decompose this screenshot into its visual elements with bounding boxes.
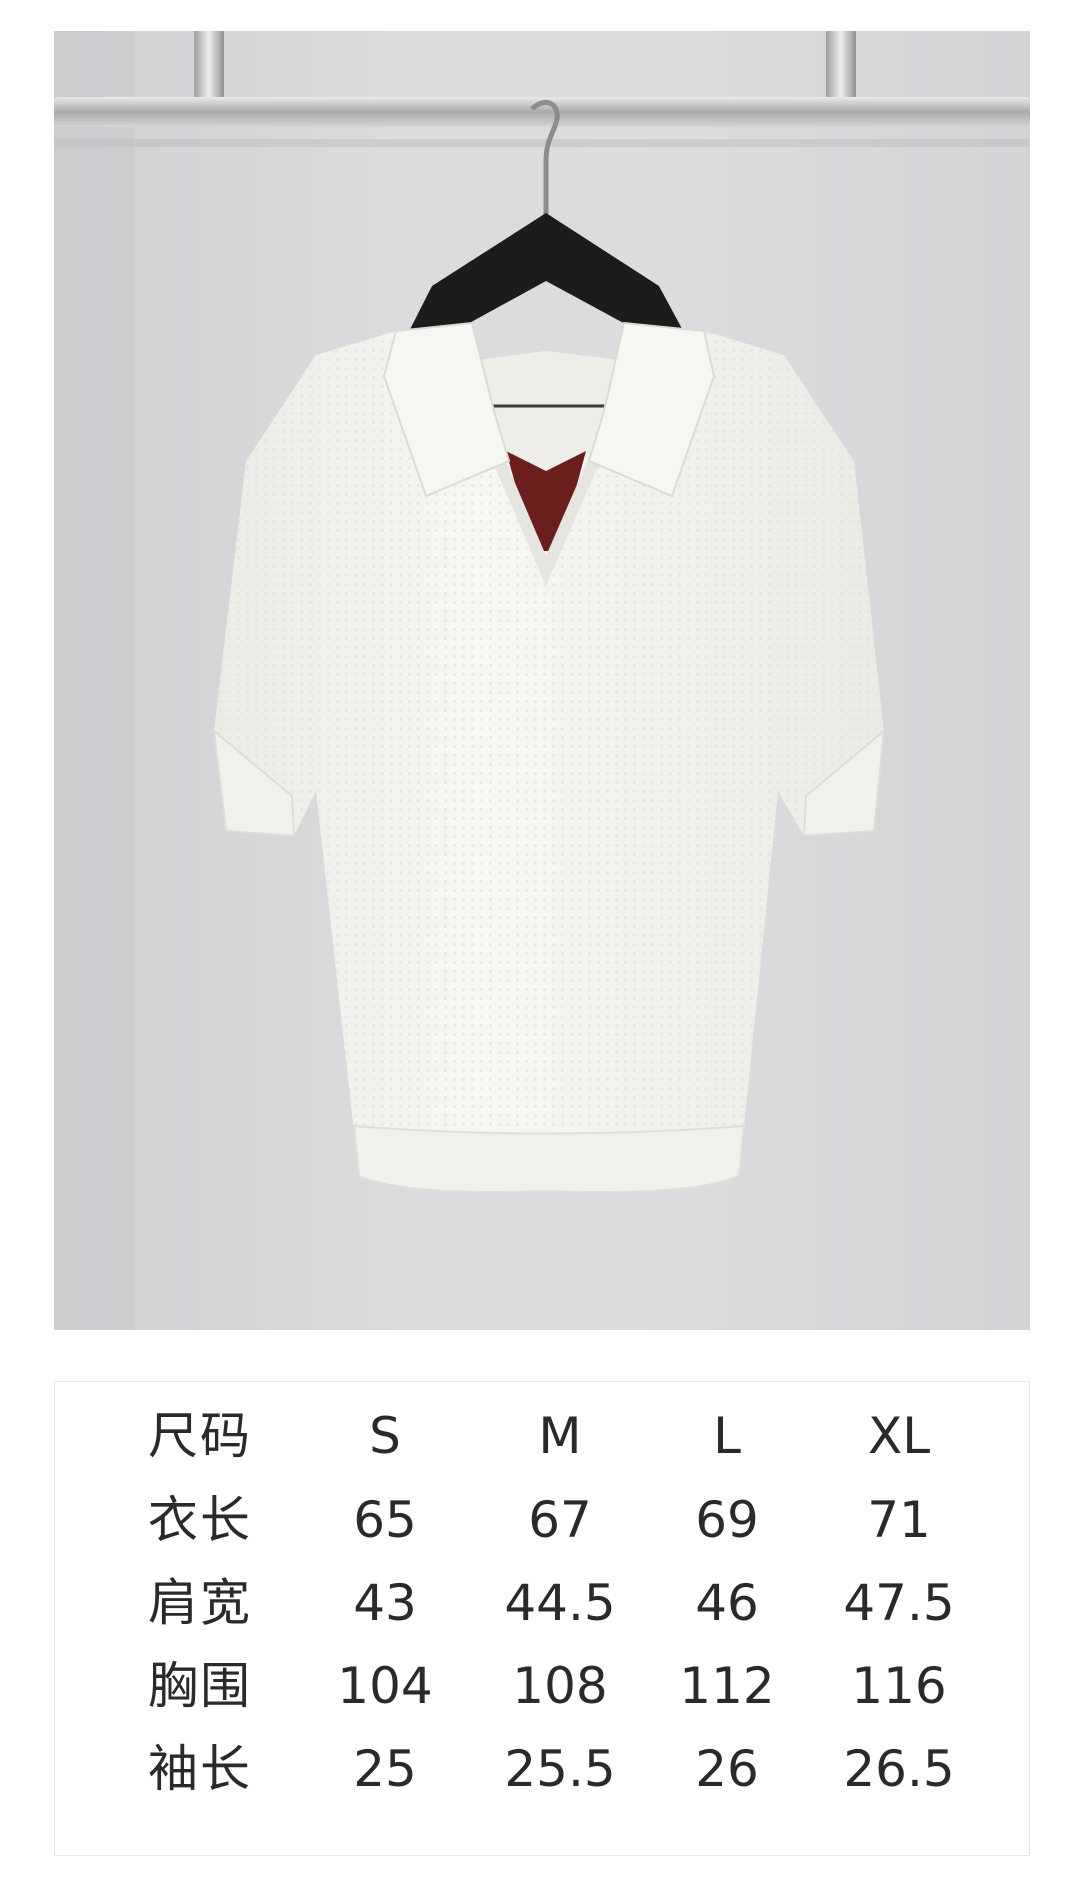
row-value: 26.5 [843, 1740, 955, 1798]
row-value: 112 [679, 1657, 775, 1715]
row-value: 47.5 [843, 1574, 955, 1632]
row-value: 46 [695, 1574, 759, 1632]
size-s: S [369, 1407, 401, 1465]
size-chart-row-shoulder: 肩宽 43 44.5 46 47.5 [55, 1561, 1029, 1645]
row-value: 26 [695, 1740, 759, 1798]
row-value: 108 [512, 1657, 608, 1715]
row-label: 胸围 [148, 1657, 252, 1715]
row-value: 67 [528, 1491, 592, 1549]
row-value: 65 [353, 1491, 417, 1549]
row-value: 69 [695, 1491, 759, 1549]
row-value: 44.5 [504, 1574, 616, 1632]
row-value: 25.5 [504, 1740, 616, 1798]
row-value: 116 [851, 1657, 947, 1715]
row-label: 衣长 [148, 1491, 252, 1549]
product-photo-canvas [54, 31, 1030, 1330]
size-chart: 尺码 S M L XL 衣长 65 67 69 71 肩宽 43 44.5 46… [54, 1381, 1030, 1856]
row-value: 104 [337, 1657, 433, 1715]
size-chart-row-chest: 胸围 104 108 112 116 [55, 1644, 1029, 1728]
row-value: 25 [353, 1740, 417, 1798]
size-chart-row-sleeve: 袖长 25 25.5 26 26.5 [55, 1727, 1029, 1811]
row-label: 袖长 [148, 1740, 252, 1798]
row-value: 71 [867, 1491, 931, 1549]
header-label: 尺码 [148, 1407, 252, 1465]
size-xl: XL [867, 1407, 931, 1465]
row-value: 43 [353, 1574, 417, 1632]
size-chart-row-length: 衣长 65 67 69 71 [55, 1478, 1029, 1562]
size-m: M [538, 1407, 582, 1465]
size-chart-header-row: 尺码 S M L XL [55, 1394, 1029, 1478]
size-l: L [713, 1407, 741, 1465]
product-photo [54, 31, 1030, 1330]
row-label: 肩宽 [148, 1574, 252, 1632]
